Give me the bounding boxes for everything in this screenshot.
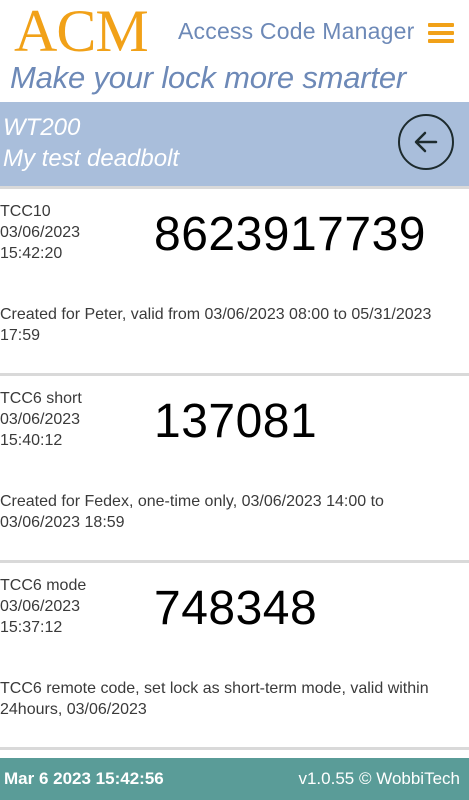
code-time: 15:37:12 bbox=[0, 619, 63, 636]
access-code-value: 748348 bbox=[154, 582, 318, 635]
device-description: My test deadbolt bbox=[3, 145, 180, 172]
hamburger-menu-icon[interactable] bbox=[428, 23, 454, 43]
current-datetime: Mar 6 2023 15:42:56 bbox=[4, 769, 164, 788]
arrow-left-icon bbox=[414, 131, 438, 153]
status-footer: Mar 6 2023 15:42:56 v1.0.55 © WobbiTech bbox=[0, 758, 469, 800]
code-label: TCC6 short bbox=[0, 390, 82, 407]
code-label: TCC10 bbox=[0, 203, 51, 220]
code-time: 15:40:12 bbox=[0, 432, 63, 449]
access-code-item[interactable]: TCC10 03/06/2023 15:42:20 8623917739 Cre… bbox=[0, 186, 469, 376]
code-date: 03/06/2023 bbox=[0, 411, 81, 428]
code-time: 15:42:20 bbox=[0, 245, 63, 262]
access-code-list: TCC10 03/06/2023 15:42:20 8623917739 Cre… bbox=[0, 186, 469, 750]
code-date: 03/06/2023 bbox=[0, 598, 81, 615]
code-description: TCC6 remote code, set lock as short-term… bbox=[0, 680, 429, 718]
device-header: WT200 My test deadbolt bbox=[0, 102, 469, 186]
version-copyright: v1.0.55 © WobbiTech bbox=[298, 769, 460, 788]
device-name: WT200 bbox=[3, 114, 81, 141]
access-code-value: 137081 bbox=[154, 395, 318, 448]
back-button[interactable] bbox=[398, 114, 454, 170]
app-tagline: Make your lock more smarter bbox=[10, 60, 406, 95]
code-description: Created for Peter, valid from 03/06/2023… bbox=[0, 306, 432, 344]
code-label: TCC6 mode bbox=[0, 577, 87, 594]
app-header: ACM Access Code Manager Make your lock m… bbox=[0, 0, 469, 102]
access-code-value: 8623917739 bbox=[154, 208, 426, 261]
code-description: Created for Fedex, one-time only, 03/06/… bbox=[0, 493, 384, 531]
app-title: Access Code Manager bbox=[178, 18, 415, 44]
code-meta: TCC6 mode 03/06/2023 15:37:12 bbox=[0, 575, 86, 638]
code-meta: TCC6 short 03/06/2023 15:40:12 bbox=[0, 388, 82, 451]
code-meta: TCC10 03/06/2023 15:42:20 bbox=[0, 201, 80, 264]
access-code-item[interactable]: TCC6 short 03/06/2023 15:40:12 137081 Cr… bbox=[0, 376, 469, 563]
access-code-item[interactable]: TCC6 mode 03/06/2023 15:37:12 748348 TCC… bbox=[0, 563, 469, 750]
code-date: 03/06/2023 bbox=[0, 224, 81, 241]
acm-logo: ACM bbox=[14, 0, 149, 64]
